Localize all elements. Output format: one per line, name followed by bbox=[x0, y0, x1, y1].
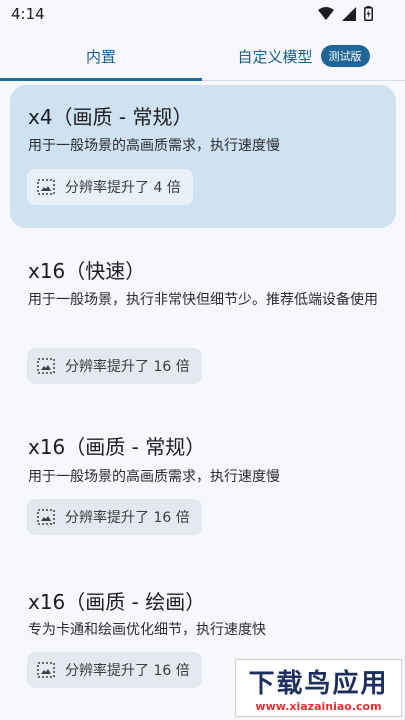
model-card-x4-quality[interactable]: x4（画质 - 常规） 用于一般场景的高画质需求，执行速度慢 分辨率提升了 4 … bbox=[10, 85, 396, 228]
scale-chip: 分辨率提升了 16 倍 bbox=[27, 499, 202, 535]
scale-chip: 分辨率提升了 4 倍 bbox=[27, 169, 193, 205]
model-card-x16-quality[interactable]: x16（画质 - 常规） 用于一般场景的高画质需求，执行速度慢 分辨率提升了 1… bbox=[10, 413, 396, 553]
image-icon bbox=[37, 179, 55, 195]
tab-custom-models[interactable]: 自定义模型 测试版 bbox=[202, 32, 405, 80]
watermark-logo: 下载鸟应用 www.xiazainiao.com bbox=[235, 659, 402, 717]
model-title: x16（画质 - 常规） bbox=[28, 435, 206, 459]
tab-custom-label: 自定义模型 bbox=[237, 47, 313, 66]
image-icon bbox=[37, 509, 55, 525]
scale-chip-label: 分辨率提升了 16 倍 bbox=[65, 359, 190, 375]
model-title: x16（快速） bbox=[28, 259, 146, 283]
model-description: 用于一般场景的高画质需求，执行速度慢 bbox=[28, 469, 280, 485]
status-icons bbox=[318, 6, 373, 25]
model-description: 用于一般场景，执行非常快但细节少。推荐低端设备使用 bbox=[28, 292, 378, 308]
wifi-icon bbox=[318, 6, 334, 25]
status-bar: 4:14 bbox=[0, 0, 405, 30]
tab-builtin-label: 内置 bbox=[85, 47, 116, 66]
signal-icon bbox=[342, 6, 356, 25]
status-time: 4:14 bbox=[11, 5, 45, 23]
image-icon bbox=[37, 358, 55, 374]
scale-chip: 分辨率提升了 16 倍 bbox=[27, 652, 202, 688]
scale-chip-label: 分辨率提升了 4 倍 bbox=[65, 180, 181, 196]
watermark-url: www.xiazainiao.com bbox=[255, 700, 382, 713]
battery-icon bbox=[364, 6, 373, 25]
model-description: 专为卡通和绘画优化细节，执行速度快 bbox=[28, 622, 266, 638]
model-description: 用于一般场景的高画质需求，执行速度慢 bbox=[28, 138, 280, 154]
scale-chip-label: 分辨率提升了 16 倍 bbox=[65, 510, 190, 526]
image-icon bbox=[37, 662, 55, 678]
tab-indicator bbox=[0, 78, 202, 81]
model-title: x16（画质 - 绘画） bbox=[28, 590, 206, 614]
model-card-x16-fast[interactable]: x16（快速） 用于一般场景，执行非常快但细节少。推荐低端设备使用 分辨率提升了… bbox=[10, 237, 396, 397]
scale-chip: 分辨率提升了 16 倍 bbox=[27, 348, 202, 384]
watermark-main: 下载鸟应用 bbox=[248, 669, 389, 699]
tab-builtin[interactable]: 内置 bbox=[0, 32, 202, 81]
beta-badge: 测试版 bbox=[320, 45, 370, 67]
tab-bar: 内置 自定义模型 测试版 bbox=[0, 32, 405, 81]
scale-chip-label: 分辨率提升了 16 倍 bbox=[65, 663, 190, 679]
model-title: x4（画质 - 常规） bbox=[28, 105, 193, 129]
